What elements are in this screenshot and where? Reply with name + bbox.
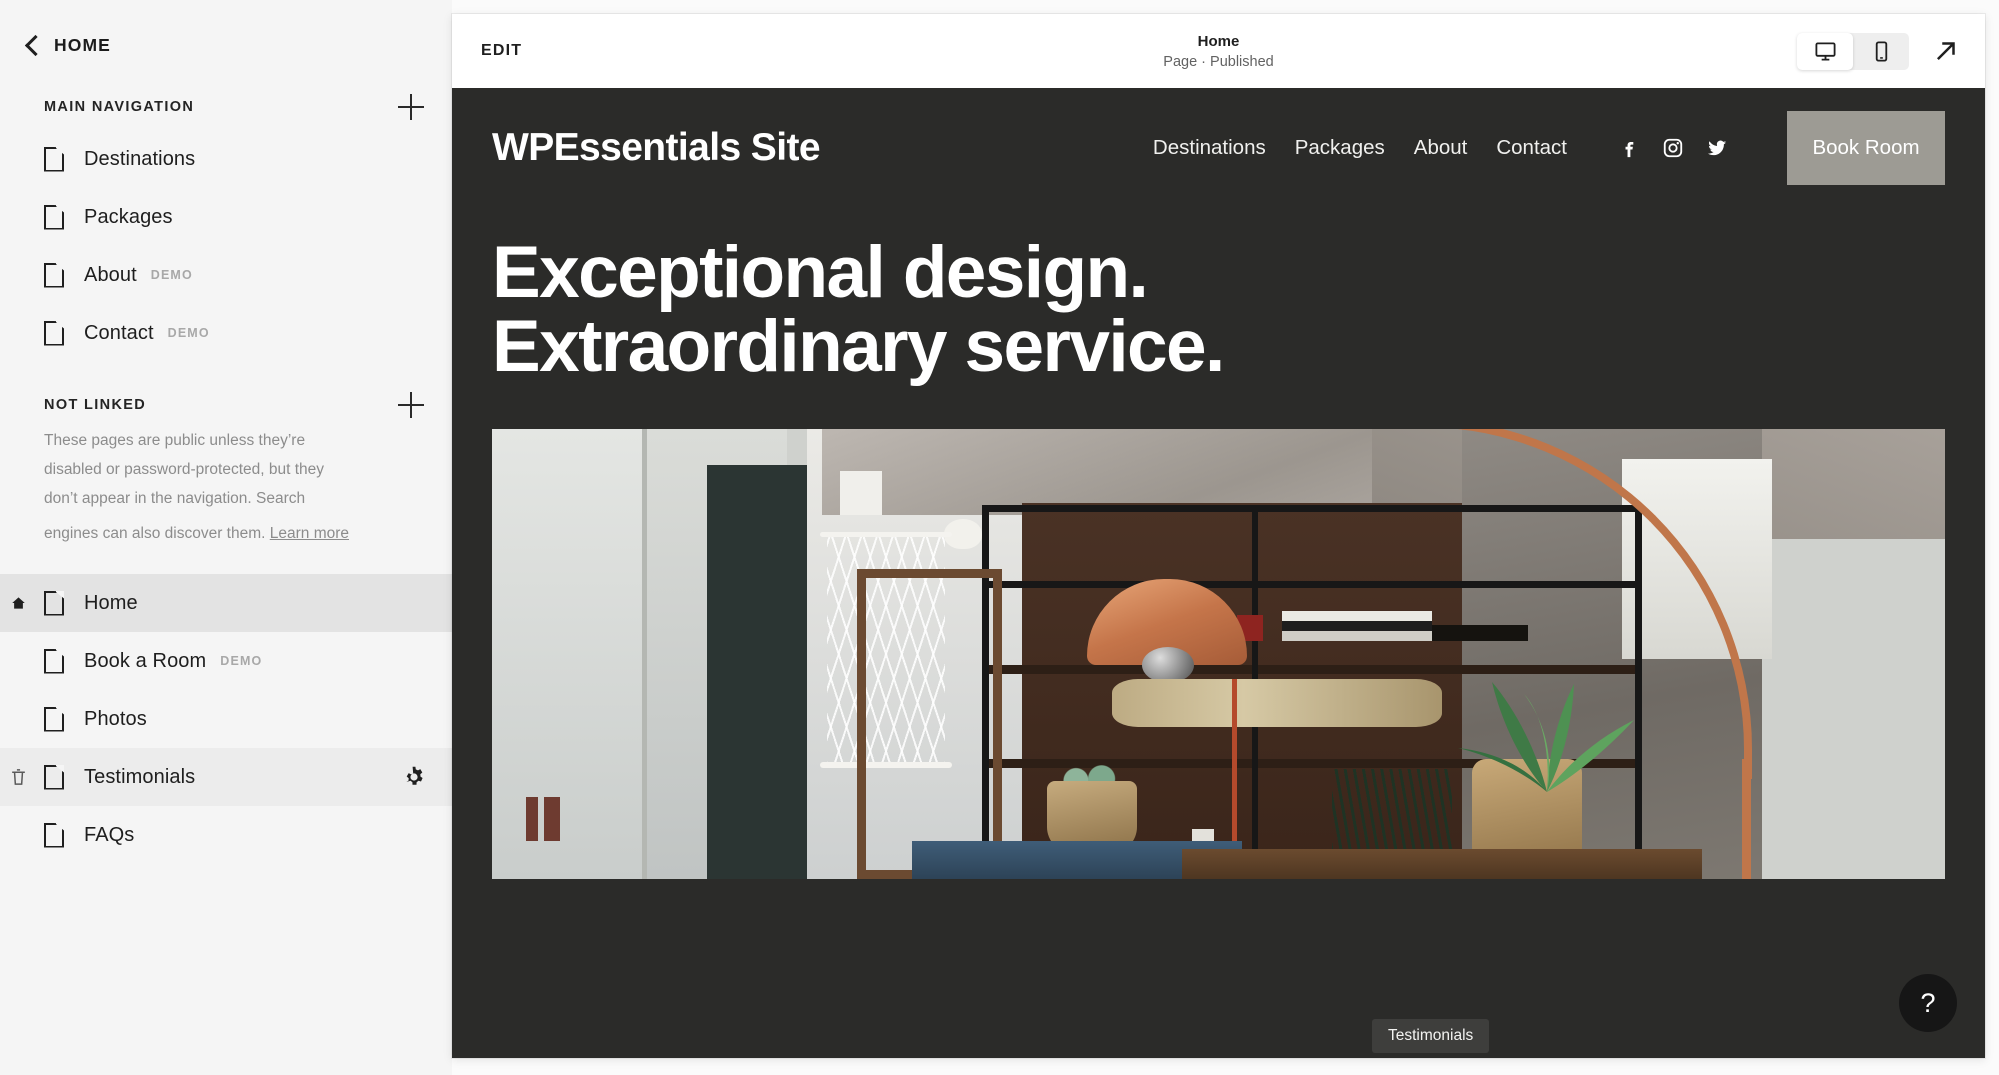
sidebar-item-label: Photos bbox=[84, 707, 147, 730]
section-header-main-navigation: MAIN NAVIGATION bbox=[0, 90, 452, 124]
photo-fern bbox=[1332, 768, 1452, 859]
photo-plant-leaves bbox=[1458, 681, 1634, 792]
sidebar-item-destinations[interactable]: Destinations bbox=[0, 130, 452, 188]
main-navigation-list: Destinations Packages About DEMO Contact… bbox=[0, 130, 452, 362]
page-title: Home bbox=[1197, 32, 1240, 50]
sidebar-item-label: Home bbox=[84, 591, 138, 614]
site-preview-panel: EDIT Home Page · Published WPEssentials … bbox=[452, 14, 1985, 1058]
sidebar-item-label: Book a Room bbox=[84, 649, 207, 672]
chevron-left-icon bbox=[24, 34, 47, 56]
photo-wall-niche bbox=[840, 470, 882, 515]
hero-line-1: Exceptional design. bbox=[492, 232, 1149, 313]
sidebar-item-label: Destinations bbox=[84, 147, 196, 170]
sidebar-item-label: Testimonials bbox=[84, 765, 196, 788]
page-icon bbox=[44, 263, 64, 288]
site-nav-menu: Destinations Packages About Contact Book… bbox=[1153, 111, 1945, 185]
photo-wall-left bbox=[492, 428, 642, 879]
section-title-not-linked: NOT LINKED bbox=[44, 397, 147, 413]
page-icon bbox=[44, 765, 64, 790]
sidebar-item-label: Contact bbox=[84, 321, 154, 344]
page-status: Page · Published bbox=[1163, 53, 1274, 70]
sidebar-item-testimonials[interactable]: Testimonials bbox=[0, 748, 452, 806]
sidebar-item-photos[interactable]: Photos bbox=[0, 690, 452, 748]
photo-arc-lamp-pole bbox=[1742, 758, 1751, 879]
hero-line-2: Extraordinary service. bbox=[492, 306, 1225, 388]
back-to-home-button[interactable]: HOME bbox=[24, 34, 111, 56]
not-linked-list: Home Book a Room DEMO Photos Testimonial… bbox=[0, 574, 452, 864]
facebook-icon[interactable] bbox=[1618, 137, 1640, 159]
desktop-view-button[interactable] bbox=[1797, 32, 1853, 70]
site-header: WPEssentials Site Destinations Packages … bbox=[452, 88, 1985, 208]
site-nav-about[interactable]: About bbox=[1414, 136, 1468, 160]
site-canvas: WPEssentials Site Destinations Packages … bbox=[452, 88, 1985, 1058]
preview-page-meta: Home Page · Published bbox=[452, 33, 1985, 70]
site-nav-packages[interactable]: Packages bbox=[1295, 136, 1385, 160]
page-icon bbox=[44, 649, 64, 674]
demo-badge: DEMO bbox=[167, 326, 210, 340]
page-icon bbox=[44, 707, 64, 732]
photo-lamp-bulb bbox=[1142, 646, 1194, 683]
help-button[interactable]: ? bbox=[1899, 974, 1957, 1032]
photo-red-cable bbox=[1232, 678, 1237, 849]
page-icon bbox=[44, 823, 64, 848]
photo-driftwood bbox=[1112, 678, 1442, 727]
section-title-main-navigation: MAIN NAVIGATION bbox=[44, 99, 195, 115]
hero-image bbox=[492, 428, 1945, 879]
preview-toolbar: EDIT Home Page · Published bbox=[452, 14, 1985, 88]
site-logo[interactable]: WPEssentials Site bbox=[492, 126, 821, 170]
social-links bbox=[1618, 137, 1728, 159]
back-button-label: HOME bbox=[54, 34, 111, 55]
photo-wooden-frame bbox=[857, 568, 1002, 879]
sidebar-item-book-a-room[interactable]: Book a Room DEMO bbox=[0, 632, 452, 690]
page-icon bbox=[44, 591, 64, 616]
sidebar-item-about[interactable]: About DEMO bbox=[0, 246, 452, 304]
sidebar-item-contact[interactable]: Contact DEMO bbox=[0, 304, 452, 362]
photo-leather-hooks bbox=[526, 796, 560, 841]
desktop-icon bbox=[1814, 41, 1836, 61]
page-icon bbox=[44, 321, 64, 346]
open-external-icon[interactable] bbox=[1931, 36, 1961, 66]
pages-sidebar: HOME MAIN NAVIGATION Destinations Packag… bbox=[0, 0, 452, 1075]
section-header-not-linked: NOT LINKED bbox=[0, 388, 452, 422]
add-page-not-linked-button[interactable] bbox=[398, 392, 424, 418]
site-nav-contact[interactable]: Contact bbox=[1496, 136, 1567, 160]
instagram-icon[interactable] bbox=[1662, 137, 1684, 159]
twitter-icon[interactable] bbox=[1706, 137, 1728, 159]
add-page-main-navigation-button[interactable] bbox=[398, 94, 424, 120]
sidebar-header: HOME bbox=[0, 0, 452, 90]
page-icon bbox=[44, 205, 64, 230]
sidebar-item-home[interactable]: Home bbox=[0, 574, 452, 632]
page-tooltip: Testimonials bbox=[1372, 1019, 1490, 1053]
sidebar-item-label: About bbox=[84, 263, 137, 286]
photo-floor bbox=[1182, 848, 1702, 879]
sidebar-item-faqs[interactable]: FAQs bbox=[0, 806, 452, 864]
demo-badge: DEMO bbox=[150, 268, 193, 282]
demo-badge: DEMO bbox=[220, 654, 263, 668]
site-nav-destinations[interactable]: Destinations bbox=[1153, 136, 1266, 160]
learn-more-link[interactable]: Learn more bbox=[270, 519, 349, 548]
mobile-view-button[interactable] bbox=[1853, 33, 1909, 70]
device-toggle-group bbox=[1797, 32, 1909, 70]
sidebar-item-packages[interactable]: Packages bbox=[0, 188, 452, 246]
hero-section: Exceptional design. Extraordinary servic… bbox=[452, 208, 1985, 385]
homepage-icon bbox=[12, 597, 25, 609]
book-room-button[interactable]: Book Room bbox=[1787, 111, 1945, 185]
mobile-icon bbox=[1875, 40, 1887, 62]
page-icon bbox=[44, 147, 64, 172]
trash-icon[interactable] bbox=[9, 768, 28, 787]
gear-icon[interactable] bbox=[402, 765, 426, 789]
sidebar-item-label: Packages bbox=[84, 205, 173, 228]
photo-doorway bbox=[707, 464, 807, 879]
not-linked-description: These pages are public unless they’re di… bbox=[0, 422, 390, 548]
sidebar-item-label: FAQs bbox=[84, 823, 135, 846]
hero-heading: Exceptional design. Extraordinary servic… bbox=[492, 235, 1945, 388]
